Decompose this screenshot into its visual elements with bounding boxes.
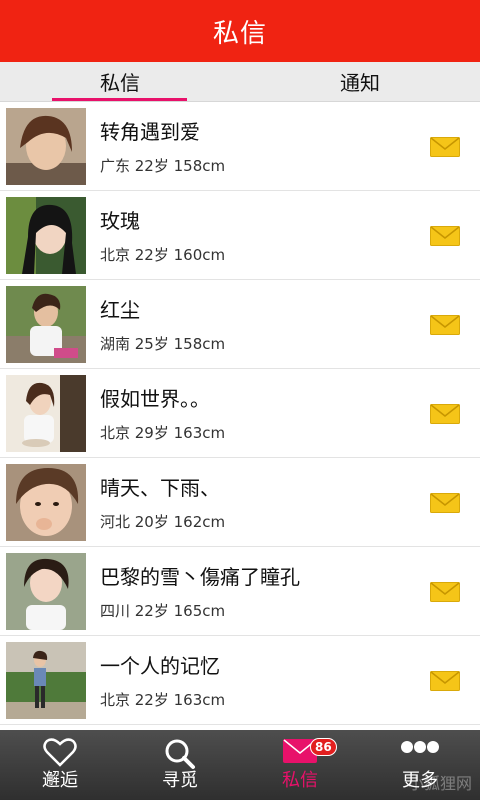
unread-badge: 86 xyxy=(310,738,337,756)
avatar xyxy=(6,375,86,452)
contact-name: 晴天、下雨、 xyxy=(100,476,220,500)
avatar xyxy=(6,553,86,630)
contact-info: 北京 29岁 163cm xyxy=(100,424,226,442)
contact-info: 四川 22岁 165cm xyxy=(100,602,226,620)
tab-label: 通知 xyxy=(340,71,380,95)
mail-icon[interactable] xyxy=(430,493,460,513)
mail-icon[interactable] xyxy=(430,137,460,157)
nav-search[interactable]: 寻觅 xyxy=(120,730,240,800)
contact-info: 北京 22岁 160cm xyxy=(100,246,226,264)
active-tab-indicator xyxy=(52,98,187,101)
message-list: 转角遇到爱 广东 22岁 158cm 玫瑰 北京 22岁 160cm 红尘 湖南… xyxy=(0,102,480,730)
avatar xyxy=(6,197,86,274)
tab-messages[interactable]: 私信 xyxy=(0,62,240,101)
app-header: 私信 xyxy=(0,0,480,62)
tab-bar: 私信 通知 xyxy=(0,62,480,102)
tab-notifications[interactable]: 通知 xyxy=(240,62,480,101)
tab-label: 私信 xyxy=(100,71,140,95)
contact-info: 河北 20岁 162cm xyxy=(100,513,226,531)
list-item[interactable]: 一个人的记忆 北京 22岁 163cm xyxy=(0,636,480,725)
list-item[interactable]: 巴黎的雪丶傷痛了瞳孔 四川 22岁 165cm xyxy=(0,547,480,636)
list-item[interactable]: 晴天、下雨、 河北 20岁 162cm xyxy=(0,458,480,547)
mail-icon[interactable] xyxy=(430,671,460,691)
watermark: 小狐狸网 xyxy=(407,774,472,793)
mail-icon[interactable] xyxy=(430,226,460,246)
contact-info: 湖南 25岁 158cm xyxy=(100,335,226,353)
contact-name: 玫瑰 xyxy=(100,209,140,233)
mail-icon[interactable] xyxy=(430,582,460,602)
avatar xyxy=(6,286,86,363)
page-title: 私信 xyxy=(212,18,267,49)
heart-icon xyxy=(43,738,77,773)
contact-name: 一个人的记忆 xyxy=(100,654,220,678)
contact-info: 广东 22岁 158cm xyxy=(100,157,226,175)
list-item[interactable]: 红尘 湖南 25岁 158cm xyxy=(0,280,480,369)
mail-icon[interactable] xyxy=(430,315,460,335)
contact-name: 转角遇到爱 xyxy=(100,120,200,144)
avatar xyxy=(6,642,86,719)
nav-messages[interactable]: 86 私信 xyxy=(240,730,360,800)
contact-info: 北京 22岁 163cm xyxy=(100,691,226,709)
list-item[interactable]: 假如世界。。 北京 29岁 163cm xyxy=(0,369,480,458)
avatar xyxy=(6,108,86,185)
contact-name: 假如世界。。 xyxy=(100,387,210,411)
list-item[interactable]: 玫瑰 北京 22岁 160cm xyxy=(0,191,480,280)
avatar xyxy=(6,464,86,541)
contact-name: 红尘 xyxy=(100,298,140,322)
search-icon xyxy=(163,738,197,775)
nav-encounter[interactable]: 邂逅 xyxy=(0,730,120,800)
bottom-nav: 邂逅 寻觅 86 私信 更多 小狐狸网 xyxy=(0,730,480,800)
nav-label: 私信 xyxy=(282,770,318,791)
mail-icon[interactable] xyxy=(430,404,460,424)
contact-name: 巴黎的雪丶傷痛了瞳孔 xyxy=(100,565,300,589)
more-icon xyxy=(400,738,440,759)
list-item[interactable]: 转角遇到爱 广东 22岁 158cm xyxy=(0,102,480,191)
